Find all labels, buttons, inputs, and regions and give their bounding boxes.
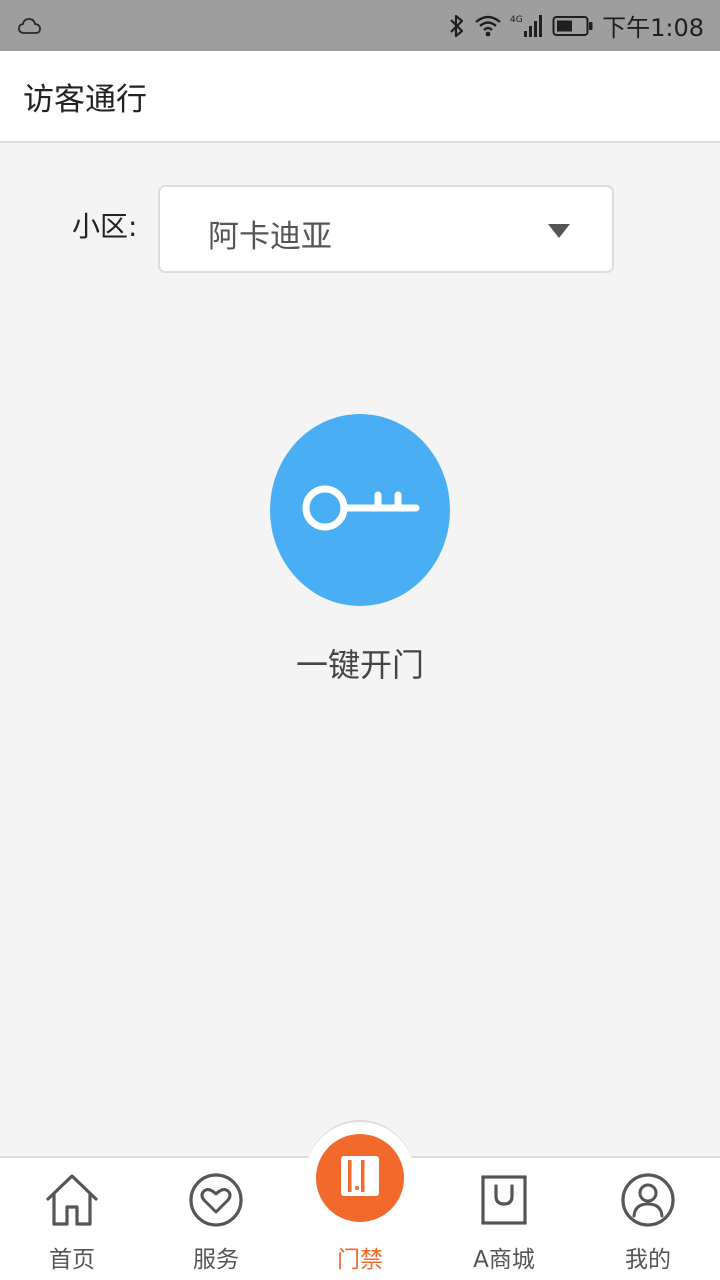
home-icon (44, 1172, 100, 1228)
status-bar: 4G 下午1:08 (0, 0, 720, 51)
nav-label-door-access: 门禁 (337, 1247, 383, 1273)
page-title: 访客通行 (23, 81, 147, 118)
heart-icon (188, 1172, 244, 1228)
unlock-label: 一键开门 (295, 646, 424, 684)
nav-item-mall[interactable]: A商城 (432, 1156, 576, 1280)
nav-label-mall: A商城 (473, 1247, 535, 1273)
community-dropdown[interactable]: 阿卡迪亚 (158, 185, 614, 273)
nav-label-mine: 我的 (625, 1247, 671, 1273)
community-selected-value: 阿卡迪亚 (208, 219, 332, 255)
user-icon (620, 1172, 676, 1228)
bluetooth-icon (448, 13, 466, 39)
community-selector-row: 小区: 阿卡迪亚 (0, 185, 720, 273)
cellular-signal-icon: 4G (510, 13, 544, 39)
nav-item-service[interactable]: 服务 (144, 1156, 288, 1280)
key-icon (298, 476, 422, 544)
status-time: 下午1:08 (602, 14, 704, 42)
nav-label-service: 服务 (193, 1247, 239, 1273)
network-type-label: 4G (510, 15, 523, 25)
cloud-icon (18, 16, 42, 36)
app-header: 访客通行 (0, 51, 720, 143)
caret-down-icon (548, 224, 570, 238)
battery-icon (552, 14, 594, 38)
shopping-bag-icon (476, 1172, 532, 1228)
nav-item-home[interactable]: 首页 (0, 1156, 144, 1280)
door-access-button[interactable] (316, 1134, 404, 1222)
nav-item-mine[interactable]: 我的 (576, 1156, 720, 1280)
community-label: 小区: (72, 210, 138, 243)
nav-label-home: 首页 (49, 1247, 95, 1273)
door-icon (336, 1152, 384, 1204)
one-key-unlock-button[interactable] (270, 414, 450, 606)
wifi-icon (474, 14, 502, 38)
